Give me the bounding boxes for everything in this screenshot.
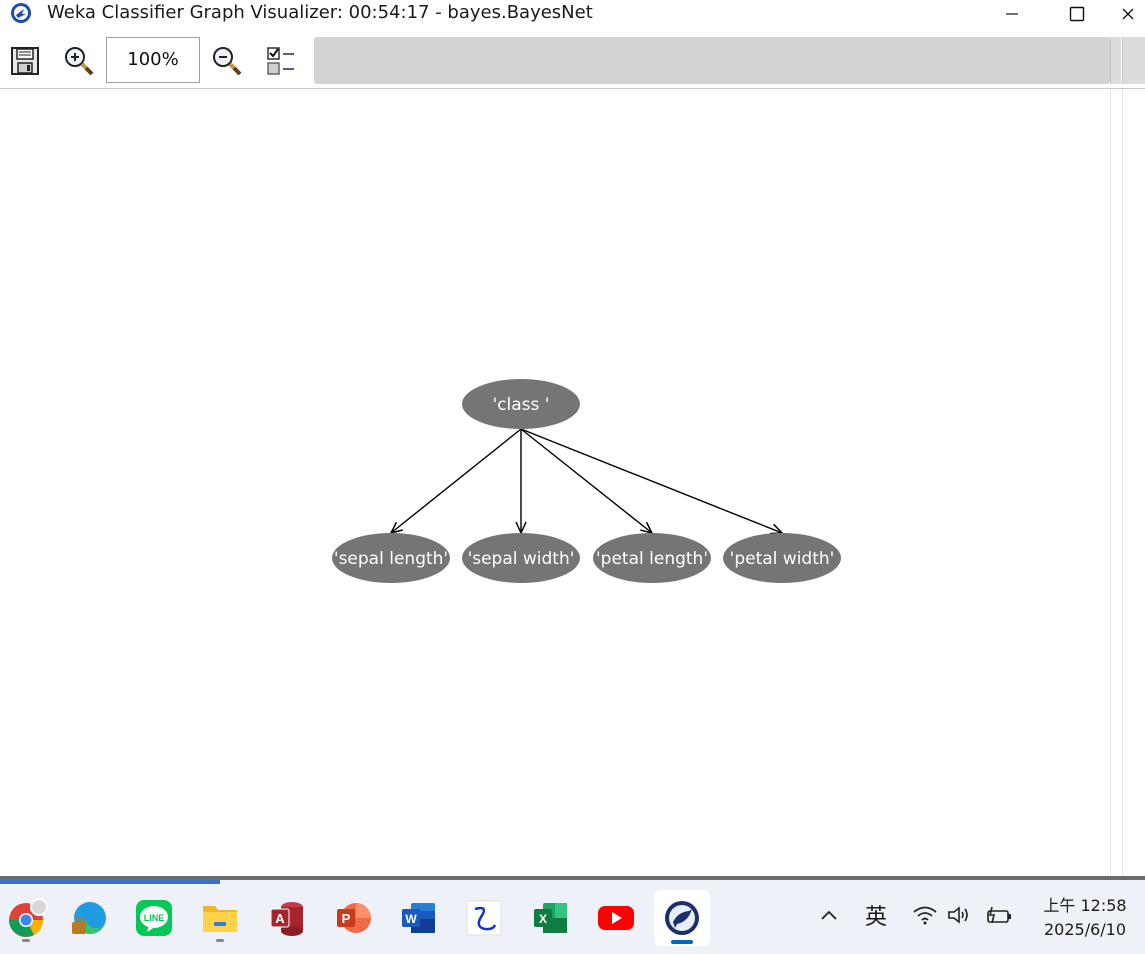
- options-checklist-icon: [267, 47, 294, 75]
- graph-node-sepal-width[interactable]: 'sepal width': [462, 533, 580, 583]
- graph-node-sepal-length[interactable]: 'sepal length': [332, 533, 450, 583]
- edge-icon: [72, 902, 106, 934]
- graph-node-petal-length[interactable]: 'petal length': [593, 533, 711, 583]
- wifi-button[interactable]: [910, 902, 940, 928]
- vertical-divider: [1110, 89, 1111, 876]
- weka-bird-icon: [665, 901, 699, 935]
- wifi-icon: [913, 906, 937, 925]
- svg-text:A: A: [275, 911, 285, 926]
- svg-text:P: P: [342, 911, 351, 926]
- svg-text:W: W: [405, 912, 417, 926]
- node-label: 'sepal width': [468, 549, 575, 569]
- chrome-icon: [9, 898, 48, 937]
- maximize-button[interactable]: [1054, 0, 1100, 28]
- word-icon: W: [402, 903, 435, 933]
- clock-date: 2025/6/10: [1043, 920, 1127, 939]
- graph-node-petal-width[interactable]: 'petal width': [723, 533, 841, 583]
- taskbar-excel[interactable]: X: [524, 890, 576, 946]
- title-bar: Weka Classifier Graph Visualizer: 00:54:…: [0, 0, 1145, 28]
- weka-graph-visualizer-window: Weka Classifier Graph Visualizer: 00:54:…: [0, 0, 1145, 880]
- svg-text:X: X: [539, 912, 547, 926]
- taskbar-pen-app[interactable]: [458, 890, 510, 946]
- close-icon: [1122, 8, 1134, 20]
- zoom-in-icon: [65, 47, 94, 76]
- show-hidden-icons-button[interactable]: [816, 902, 842, 928]
- taskbar-youtube[interactable]: [590, 890, 642, 946]
- taskbar-word[interactable]: W: [392, 890, 444, 946]
- edges-layer: [389, 428, 784, 535]
- taskbar-weka[interactable]: [654, 890, 710, 946]
- zoom-level-input[interactable]: 100%: [106, 37, 200, 83]
- youtube-icon: [598, 906, 634, 930]
- zoom-out-button[interactable]: [208, 42, 246, 80]
- node-label: 'class ': [493, 395, 550, 415]
- volume-button[interactable]: [944, 902, 974, 928]
- weka-app-icon: [11, 3, 31, 23]
- taskbar: LINE A P W X 英 上午 12:58 2025/6/10: [0, 880, 1145, 954]
- taskbar-powerpoint[interactable]: P: [326, 890, 378, 946]
- battery-button[interactable]: [982, 902, 1014, 928]
- taskbar-accent: [0, 880, 220, 884]
- minimize-button[interactable]: [989, 0, 1035, 28]
- toolbar-divider: [1122, 37, 1145, 84]
- edge-class-to-sepal_length: [389, 428, 522, 535]
- toolbar-empty-area: [314, 37, 1110, 84]
- system-clock[interactable]: 上午 12:58 2025/6/10: [1030, 894, 1140, 942]
- graph-canvas[interactable]: 'class ' 'sepal length' 'sepal width' 'peta…: [0, 89, 1110, 876]
- graph-node-class[interactable]: 'class ': [462, 379, 580, 429]
- active-app-indicator: [671, 940, 693, 944]
- layout-options-button[interactable]: [262, 42, 300, 80]
- maximize-icon: [1069, 6, 1085, 22]
- zoom-in-button[interactable]: [60, 42, 98, 80]
- node-label: 'sepal length': [334, 549, 448, 569]
- battery-charging-icon: [987, 906, 1011, 924]
- toolbar: 100%: [0, 34, 1145, 88]
- save-button[interactable]: [6, 42, 44, 80]
- window-title: Weka Classifier Graph Visualizer: 00:54:…: [47, 2, 593, 23]
- close-button[interactable]: [1120, 0, 1145, 28]
- toolbar-divider: [1110, 37, 1121, 84]
- taskbar-edge[interactable]: [62, 890, 114, 946]
- clock-time: 上午 12:58: [1043, 896, 1127, 915]
- access-icon: A: [270, 902, 303, 936]
- chevron-up-icon: [821, 910, 837, 920]
- folder-icon: [203, 906, 237, 932]
- taskbar-chrome[interactable]: [0, 890, 52, 946]
- taskbar-file-explorer[interactable]: [194, 890, 246, 946]
- running-indicator: [22, 939, 30, 942]
- save-icon: [11, 47, 39, 75]
- edge-class-to-petal_length: [520, 428, 654, 535]
- input-method-indicator[interactable]: 英: [860, 902, 892, 930]
- edge-class-to-petal_width: [520, 428, 784, 535]
- running-indicator: [216, 939, 224, 942]
- vertical-divider: [1122, 89, 1123, 876]
- taskbar-line[interactable]: LINE: [128, 890, 180, 946]
- svg-text:LINE: LINE: [144, 913, 165, 923]
- powerpoint-icon: P: [337, 903, 371, 933]
- line-icon: LINE: [136, 900, 172, 936]
- minimize-icon: [1006, 13, 1018, 15]
- node-label: 'petal length': [596, 549, 708, 569]
- taskbar-access[interactable]: A: [260, 890, 312, 946]
- zoom-out-icon: [213, 47, 242, 76]
- speaker-icon: [948, 906, 968, 924]
- pen-icon: [466, 900, 502, 936]
- excel-icon: X: [534, 903, 567, 933]
- node-label: 'petal width': [730, 549, 835, 569]
